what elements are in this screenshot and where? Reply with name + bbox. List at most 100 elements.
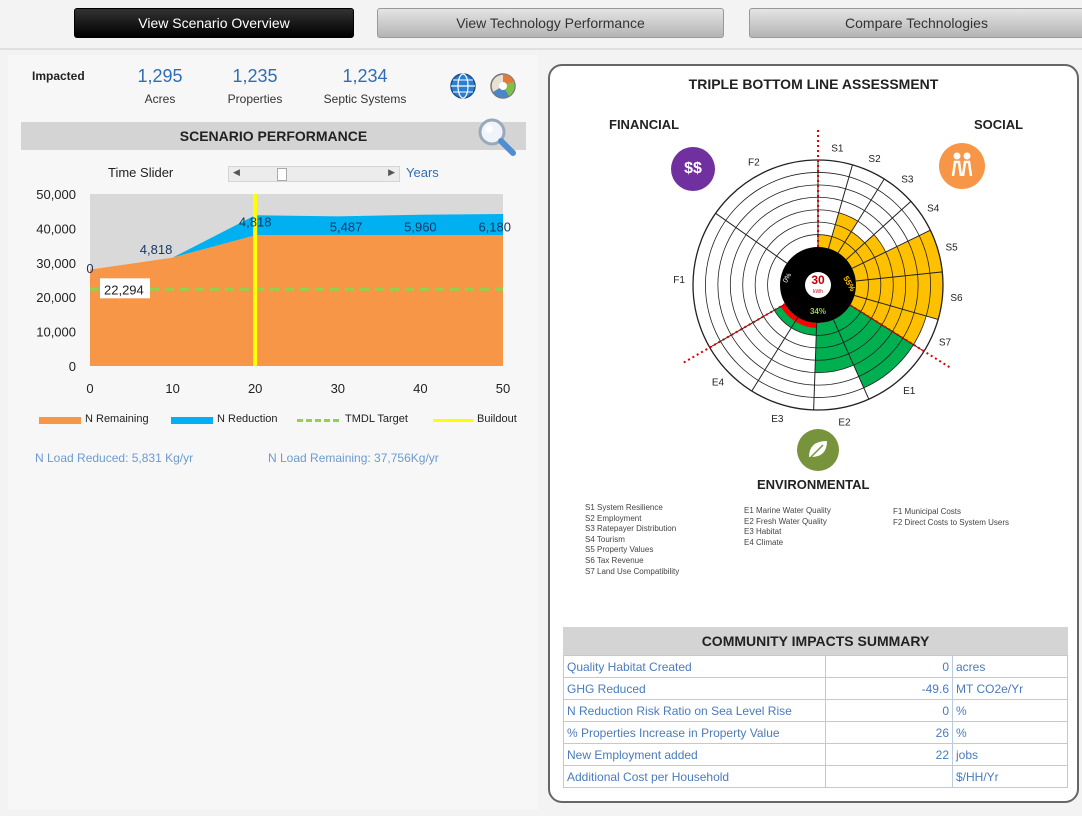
impacted-properties-label: Properties (227, 92, 283, 106)
cis-unit: $/HH/Yr (952, 765, 1068, 788)
cis-unit: acres (952, 655, 1068, 678)
slider-right-arrow-icon[interactable]: ▶ (388, 167, 395, 178)
y-tick-label: 40,000 (36, 221, 76, 236)
def-e4: E4 Climate (744, 537, 784, 547)
legend-swatch-buildout (433, 419, 473, 422)
def-f2: F2 Direct Costs to System Users (893, 517, 1010, 527)
community-impacts-title: COMMUNITY IMPACTS SUMMARY (563, 627, 1068, 655)
radar-label-f1: F1 (673, 275, 685, 286)
radar-env-pct: 34% (810, 307, 826, 316)
def-s1: S1 System Resilience (585, 503, 663, 512)
def-e3: E3 Habitat (744, 527, 782, 537)
def-s7: S7 Land Use Compatibility (585, 566, 680, 576)
radar-label-s6: S6 (950, 293, 963, 304)
globe-icon[interactable] (449, 72, 477, 100)
cis-row: Quality Habitat Created 0 acres (563, 655, 1068, 678)
time-slider[interactable]: ◀ ▶ (228, 166, 400, 182)
radar-label-e4: E4 (712, 378, 725, 389)
pie-chart-icon[interactable] (489, 72, 517, 100)
n-load-remaining: N Load Remaining: 37,756Kg/yr (268, 451, 439, 465)
def-e2: E2 Fresh Water Quality (744, 516, 827, 526)
cis-unit: MT CO2e/Yr (952, 677, 1068, 700)
scenario-area-chart: 0 10,000 20,000 30,000 40,000 50,000 22,294 0 4,… (36, 187, 511, 396)
cis-value: 0 (825, 655, 953, 678)
y-tick-label: 50,000 (36, 187, 76, 202)
years-label: Years (406, 165, 439, 180)
cis-row: New Employment added 22 jobs (563, 743, 1068, 766)
x-tick-label: 10 (165, 381, 179, 396)
legend-label-buildout: Buildout (477, 413, 517, 425)
tbl-radar-chart: 30kWh34%55%0%S1S2S3S4S5S6S7E1E2E3E4F1F2 (673, 128, 963, 428)
impacted-septic-label: Septic Systems (323, 92, 407, 106)
radar-label-f2: F2 (748, 158, 760, 169)
cis-label: New Employment added (563, 743, 826, 766)
cis-row: GHG Reduced -49.6 MT CO2e/Yr (563, 677, 1068, 700)
financial-definitions: F1 Municipal Costs F2 Direct Costs to Sy… (893, 507, 1009, 528)
data-label: 4,818 (239, 215, 272, 230)
data-label: 4,818 (140, 242, 173, 257)
scenario-performance-title: SCENARIO PERFORMANCE (21, 122, 526, 150)
impacted-septic-value: 1,234 (342, 66, 388, 86)
def-s6: S6 Tax Revenue (585, 555, 644, 565)
environmental-definitions: E1 Marine Water Quality E2 Fresh Water Q… (744, 506, 831, 548)
legend-label-reduction: N Reduction (217, 413, 278, 425)
radar-label-e1: E1 (903, 386, 916, 397)
cis-value: 0 (825, 699, 953, 722)
y-tick-label: 10,000 (36, 325, 76, 340)
n-load-reduced: N Load Reduced: 5,831 Kg/yr (35, 451, 194, 465)
def-s3: S3 Ratepayer Distribution (585, 524, 677, 534)
compare-technologies-button[interactable]: Compare Technologies (749, 8, 1082, 38)
legend-label-tmdl: TMDL Target (345, 413, 408, 425)
def-s5: S5 Property Values (585, 545, 654, 555)
radar-label-s7: S7 (939, 338, 952, 349)
cis-label: N Reduction Risk Ratio on Sea Level Rise (563, 699, 826, 722)
y-tick-label: 0 (69, 359, 76, 374)
social-definitions: S1 System Resilience S2 Employment S3 Ra… (585, 503, 679, 577)
legend-swatch-remaining (39, 417, 81, 424)
legend-label-remaining: N Remaining (85, 413, 149, 425)
view-scenario-overview-button[interactable]: View Scenario Overview (74, 8, 354, 38)
cis-row: N Reduction Risk Ratio on Sea Level Rise… (563, 699, 1068, 722)
magnifier-icon[interactable] (474, 114, 518, 158)
chart-legend: N Remaining N Reduction TMDL Target Buil… (35, 412, 535, 428)
tbl-title: TRIPLE BOTTOM LINE ASSESSMENT (688, 76, 939, 92)
cis-value (825, 765, 953, 788)
radar-label-s1: S1 (831, 143, 844, 154)
data-label: 5,960 (404, 220, 437, 235)
impacted-properties-value: 1,235 (232, 66, 278, 86)
x-tick-label: 0 (86, 381, 93, 396)
cis-label: Quality Habitat Created (563, 655, 826, 678)
environmental-heading: ENVIRONMENTAL (757, 477, 870, 492)
def-s4: S4 Tourism (585, 534, 625, 544)
y-tick-label: 30,000 (36, 256, 76, 271)
radar-label-s4: S4 (927, 203, 940, 214)
cis-label: Additional Cost per Household (563, 765, 826, 788)
impacted-label: Impacted (32, 69, 85, 83)
tmdl-label: 22,294 (104, 282, 144, 297)
cis-label: GHG Reduced (563, 677, 826, 700)
x-tick-label: 40 (413, 381, 427, 396)
def-f1: F1 Municipal Costs (893, 507, 962, 516)
time-slider-label: Time Slider (108, 165, 174, 180)
impacted-acres-value: 1,295 (137, 66, 183, 86)
slider-thumb[interactable] (277, 168, 287, 181)
cis-value: -49.6 (825, 677, 953, 700)
legend-swatch-reduction (171, 417, 213, 424)
slider-left-arrow-icon[interactable]: ◀ (233, 167, 240, 178)
impacted-acres-label: Acres (144, 92, 176, 106)
radar-spoke (751, 316, 799, 392)
cis-row: % Properties Increase in Property Value 2… (563, 721, 1068, 744)
view-technology-performance-button[interactable]: View Technology Performance (377, 8, 724, 38)
data-label: 5,487 (330, 220, 363, 235)
cis-label: % Properties Increase in Property Value (563, 721, 826, 744)
community-impacts-table: Quality Habitat Created 0 acres GHG Reduced… (563, 655, 1068, 788)
radar-label-s5: S5 (945, 243, 958, 254)
x-tick-label: 20 (248, 381, 262, 396)
data-label: 0 (86, 261, 93, 276)
radar-center-value: 30 (811, 273, 825, 287)
radar-center-unit: kWh (813, 289, 823, 295)
cis-unit: % (952, 721, 1068, 744)
nav-separator (0, 48, 1082, 50)
cis-value: 26 (825, 721, 953, 744)
radar-label-s2: S2 (868, 154, 881, 165)
